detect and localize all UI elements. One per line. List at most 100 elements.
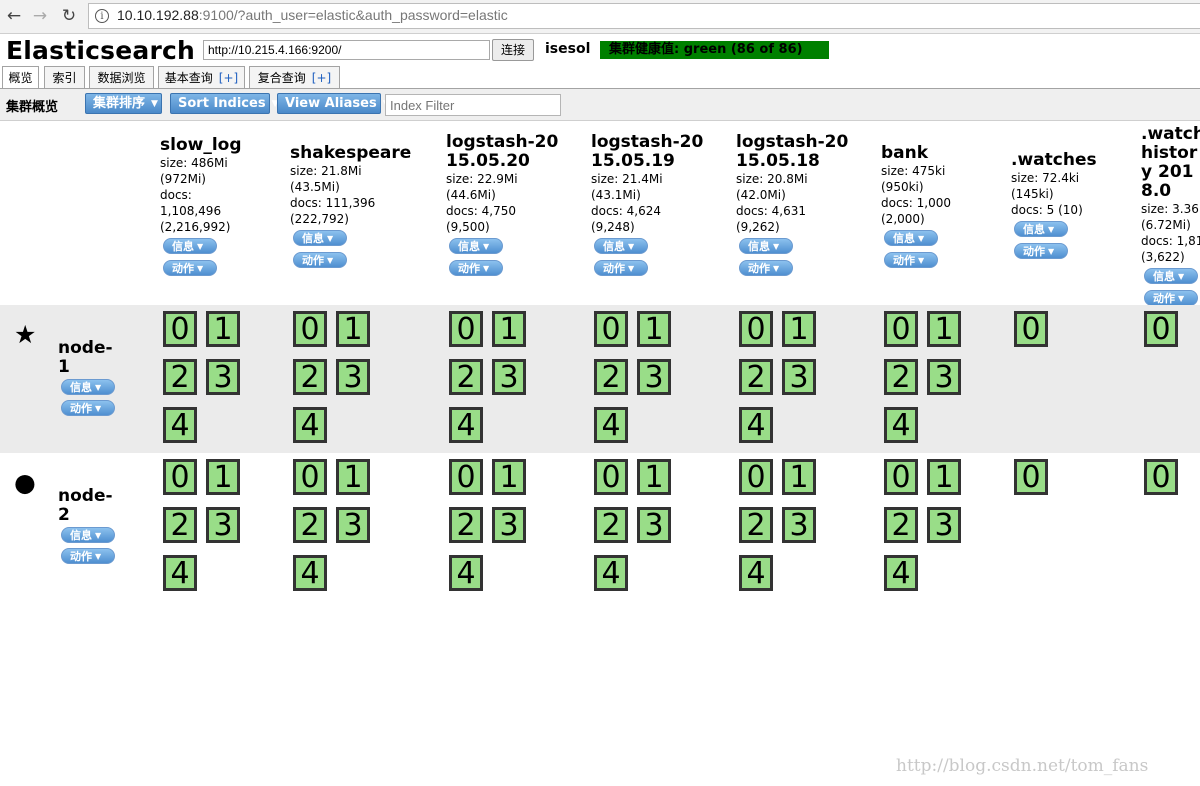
index-filter-input[interactable]: [385, 94, 561, 116]
shard-box[interactable]: 0: [163, 311, 197, 347]
shard-box[interactable]: 3: [782, 359, 816, 395]
shard-box[interactable]: 4: [739, 407, 773, 443]
index-info-button[interactable]: 信息 ▼: [884, 230, 938, 246]
node-action-button[interactable]: 动作 ▼: [61, 548, 115, 564]
index-action-button[interactable]: 动作 ▼: [293, 252, 347, 268]
shard-box[interactable]: 1: [206, 311, 240, 347]
shard-box[interactable]: 3: [927, 359, 961, 395]
shard-box[interactable]: 4: [594, 407, 628, 443]
shard-box[interactable]: 3: [492, 359, 526, 395]
shard-box[interactable]: 2: [884, 507, 918, 543]
shard-box[interactable]: 2: [293, 359, 327, 395]
view-aliases-button[interactable]: View Aliases▼: [277, 93, 390, 114]
shard-box[interactable]: 3: [336, 359, 370, 395]
node-action-button[interactable]: 动作 ▼: [61, 400, 115, 416]
shard-box[interactable]: 3: [492, 507, 526, 543]
index-info-button[interactable]: 信息 ▼: [1144, 268, 1198, 284]
shard-box[interactable]: 2: [449, 507, 483, 543]
shard-box[interactable]: 1: [637, 459, 671, 495]
shard-box[interactable]: 2: [884, 359, 918, 395]
index-action-button[interactable]: 动作 ▼: [884, 252, 938, 268]
shard-box[interactable]: 3: [206, 359, 240, 395]
index-action-button[interactable]: 动作 ▼: [1144, 290, 1198, 306]
index-info-button[interactable]: 信息 ▼: [1014, 221, 1068, 237]
shard-box[interactable]: 3: [637, 359, 671, 395]
shard-box[interactable]: 1: [637, 311, 671, 347]
connect-url-input[interactable]: [203, 40, 490, 60]
shard-box[interactable]: 4: [594, 555, 628, 591]
shard-box[interactable]: 1: [206, 459, 240, 495]
index-info-button[interactable]: 信息 ▼: [739, 238, 793, 254]
shard-box[interactable]: 0: [884, 311, 918, 347]
shard-box[interactable]: 1: [927, 459, 961, 495]
shard-box[interactable]: 3: [336, 507, 370, 543]
index-info-button[interactable]: 信息 ▼: [293, 230, 347, 246]
shard-box[interactable]: 4: [293, 555, 327, 591]
shard-box[interactable]: 4: [449, 555, 483, 591]
shard-box[interactable]: 0: [739, 459, 773, 495]
shard-box[interactable]: 4: [293, 407, 327, 443]
tab-compound-query[interactable]: 复合查询 [+]: [249, 66, 340, 88]
sort-cluster-button[interactable]: 集群排序 ▼: [85, 93, 162, 114]
shard-box[interactable]: 2: [739, 359, 773, 395]
index-info-button[interactable]: 信息 ▼: [449, 238, 503, 254]
shard-box[interactable]: 0: [163, 459, 197, 495]
forward-arrow-icon[interactable]: →: [30, 6, 50, 26]
shard-box[interactable]: 0: [1144, 311, 1178, 347]
shard-box[interactable]: 1: [492, 459, 526, 495]
tab-browser[interactable]: 数据浏览: [89, 66, 154, 88]
tab-indices[interactable]: 索引: [44, 66, 85, 88]
connect-button[interactable]: 连接: [492, 39, 534, 61]
info-icon[interactable]: i: [95, 9, 109, 23]
shard-box[interactable]: 4: [449, 407, 483, 443]
node-info-button[interactable]: 信息 ▼: [61, 379, 115, 395]
shard-box[interactable]: 4: [163, 407, 197, 443]
index-info-button[interactable]: 信息 ▼: [163, 238, 217, 254]
index-action-button[interactable]: 动作 ▼: [163, 260, 217, 276]
shard-box[interactable]: 1: [927, 311, 961, 347]
shard-box[interactable]: 0: [739, 311, 773, 347]
shard-box[interactable]: 0: [1014, 311, 1048, 347]
shard-box[interactable]: 0: [449, 311, 483, 347]
shard-box[interactable]: 3: [206, 507, 240, 543]
reload-icon[interactable]: ↻: [59, 6, 79, 26]
shard-box[interactable]: 2: [293, 507, 327, 543]
shard-box[interactable]: 2: [594, 359, 628, 395]
index-info-button[interactable]: 信息 ▼: [594, 238, 648, 254]
shard-box[interactable]: 2: [163, 359, 197, 395]
shard-box[interactable]: 4: [739, 555, 773, 591]
shard-box[interactable]: 0: [594, 459, 628, 495]
shard-box[interactable]: 1: [336, 459, 370, 495]
sort-indices-button[interactable]: Sort Indices ▼: [170, 93, 278, 114]
shard-box[interactable]: 3: [782, 507, 816, 543]
index-action-button[interactable]: 动作 ▼: [739, 260, 793, 276]
shard-box[interactable]: 2: [739, 507, 773, 543]
back-arrow-icon[interactable]: ←: [4, 6, 24, 26]
index-action-button[interactable]: 动作 ▼: [1014, 243, 1068, 259]
shard-box[interactable]: 4: [884, 407, 918, 443]
tab-overview[interactable]: 概览: [2, 66, 39, 89]
shard-box[interactable]: 2: [449, 359, 483, 395]
shard-box[interactable]: 0: [1144, 459, 1178, 495]
shard-box[interactable]: 0: [594, 311, 628, 347]
shard-box[interactable]: 4: [884, 555, 918, 591]
shard-box[interactable]: 1: [336, 311, 370, 347]
tab-basic-query[interactable]: 基本查询 [+]: [158, 66, 245, 88]
shard-box[interactable]: 3: [927, 507, 961, 543]
shard-box[interactable]: 2: [594, 507, 628, 543]
node-info-button[interactable]: 信息 ▼: [61, 527, 115, 543]
index-action-button[interactable]: 动作 ▼: [449, 260, 503, 276]
shard-box[interactable]: 0: [293, 459, 327, 495]
shard-box[interactable]: 0: [884, 459, 918, 495]
shard-box[interactable]: 3: [637, 507, 671, 543]
shard-box[interactable]: 0: [449, 459, 483, 495]
shard-box[interactable]: 1: [492, 311, 526, 347]
shard-box[interactable]: 0: [293, 311, 327, 347]
shard-box[interactable]: 1: [782, 311, 816, 347]
index-action-button[interactable]: 动作 ▼: [594, 260, 648, 276]
shard-box[interactable]: 2: [163, 507, 197, 543]
shard-box[interactable]: 1: [782, 459, 816, 495]
address-bar[interactable]: i 10.10.192.88:9100/?auth_user=elastic&a…: [88, 3, 1200, 29]
shard-box[interactable]: 0: [1014, 459, 1048, 495]
shard-box[interactable]: 4: [163, 555, 197, 591]
